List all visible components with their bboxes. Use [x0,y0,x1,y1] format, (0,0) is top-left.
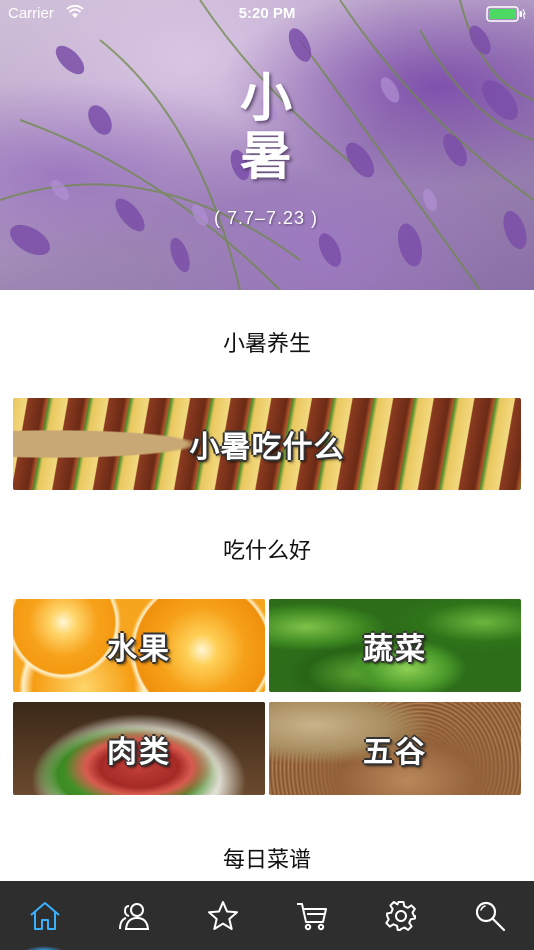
section-title-what-to-eat: 吃什么好 [222,539,311,564]
tab-settings[interactable] [356,881,445,950]
star-icon [207,900,238,930]
food-tile-fruit[interactable]: 水果 [13,599,265,692]
battery-icon [486,6,526,26]
bottom-tab-bar [0,881,534,950]
tab-cart[interactable] [267,881,356,950]
tab-search[interactable] [445,881,534,950]
search-icon [475,901,505,931]
tab-users[interactable] [89,881,178,950]
food-tile-label: 五谷 [363,734,427,770]
food-tile-grains[interactable]: 五谷 [269,702,521,795]
food-tile-label: 肉类 [107,734,171,770]
food-tile-label: 蔬菜 [363,631,427,667]
food-tile-vegetables[interactable]: 蔬菜 [269,599,521,692]
solar-term-date-range: ( 7.7–7.23 ) [213,208,319,228]
users-icon [118,902,149,930]
what-to-eat-banner[interactable]: 小暑吃什么 [13,398,521,490]
food-tile-label: 水果 [107,631,171,667]
tab-home[interactable] [0,881,89,950]
gear-icon [384,900,416,931]
status-time: 5:20 PM [238,5,296,22]
section-title-daily-recipes: 每日菜谱 [222,848,311,873]
hero-banner: Carrier 5:20 PM 小暑 ( 7.7–7.23 ) [0,0,534,290]
what-to-eat-banner-label: 小暑吃什么 [189,430,345,465]
status-bar: Carrier 5:20 PM [0,0,534,28]
home-icon [29,901,60,930]
cart-icon [296,902,327,930]
section-title-health: 小暑养生 [222,332,311,357]
tab-favorites[interactable] [178,881,267,950]
food-tile-meat[interactable]: 肉类 [13,702,265,795]
solar-term-title: 小暑 [239,69,292,187]
